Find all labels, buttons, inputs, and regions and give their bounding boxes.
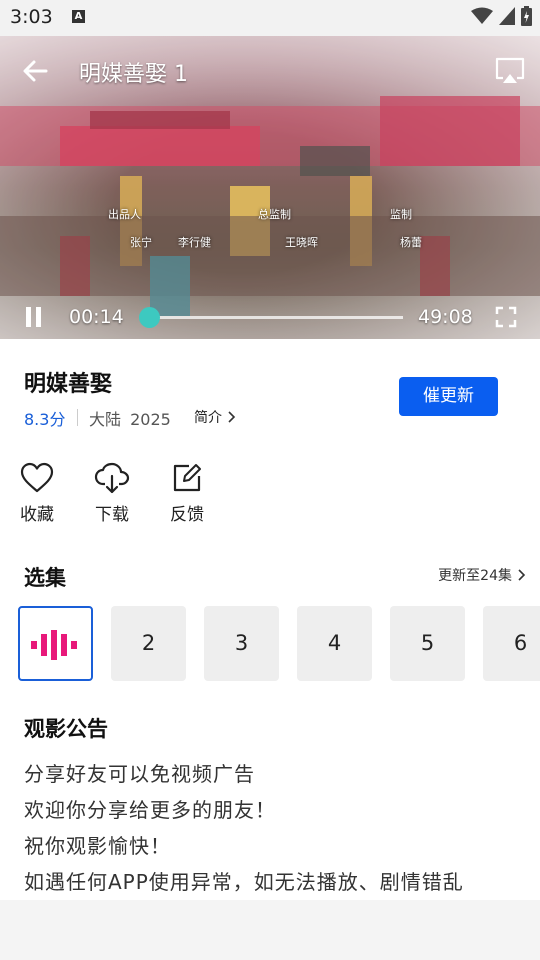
region: 大陆 (89, 410, 122, 429)
notification-a-icon: A (72, 10, 85, 23)
episode-item[interactable]: 3 (204, 606, 279, 681)
video-player[interactable]: 出品人 总监制 监制 张宁 李行健 王晓晖 杨蕾 明媒善娶 1 00:14 49… (0, 36, 540, 339)
episode-1-playing[interactable] (18, 606, 93, 681)
show-title: 明媒善娶 (24, 372, 113, 397)
feedback-label: 反馈 (170, 505, 204, 525)
episode-item[interactable]: 2 (111, 606, 186, 681)
chevron-right-icon (518, 569, 526, 581)
favorite-label: 收藏 (20, 505, 54, 525)
notice-line: 分享好友可以免视频广告 (24, 762, 255, 786)
current-time: 00:14 (69, 306, 124, 328)
fullscreen-icon[interactable] (495, 306, 517, 328)
battery-icon (521, 6, 532, 26)
status-time: 3:03 (10, 6, 53, 28)
episode-list: 2 3 4 5 6 (18, 606, 540, 681)
intro-label: 简介 (194, 410, 222, 426)
heart-icon (20, 462, 54, 493)
rating: 8.3分 (24, 410, 66, 429)
wifi-icon (471, 7, 493, 24)
credit-text: 总监制 (258, 208, 291, 221)
meta-divider (77, 409, 78, 426)
signal-icon (499, 7, 515, 25)
show-meta: 大陆 2025 (89, 406, 171, 430)
total-time: 49:08 (418, 306, 473, 328)
episode-item[interactable]: 6 (483, 606, 540, 681)
credit-text: 张宁 (130, 236, 152, 249)
cast-screen-icon[interactable] (494, 56, 526, 86)
download-label: 下载 (95, 505, 129, 525)
urge-update-button[interactable]: 催更新 (399, 377, 498, 416)
seek-bar[interactable] (139, 307, 403, 328)
bottom-bar (0, 900, 540, 960)
notice-title: 观影公告 (24, 717, 108, 741)
credit-text: 李行健 (178, 236, 211, 249)
credit-text: 出品人 (108, 208, 141, 221)
intro-link[interactable]: 简介 (194, 407, 236, 427)
chevron-right-icon (228, 411, 236, 423)
favorite-button[interactable]: 收藏 (7, 462, 67, 525)
update-status-link[interactable]: 更新至24集 (438, 565, 526, 585)
notice-body: 分享好友可以免视频广告 欢迎你分享给更多的朋友！ 祝你观影愉快！ 如遇任何APP… (24, 756, 524, 900)
notice-line: 祝你观影愉快！ (24, 834, 171, 858)
episode-item[interactable]: 5 (390, 606, 465, 681)
back-arrow-icon[interactable] (22, 58, 48, 84)
notice-line: 如遇任何APP使用异常，如无法播放、剧情错乱 (24, 870, 464, 894)
update-text: 更新至24集 (438, 568, 512, 584)
notice-line: 欢迎你分享给更多的朋友！ (24, 798, 276, 822)
status-icons (471, 6, 532, 26)
player-controls: 00:14 49:08 (0, 298, 540, 338)
episode-item[interactable]: 4 (297, 606, 372, 681)
pause-icon[interactable] (24, 306, 44, 328)
status-bar: 3:03 A (0, 0, 540, 36)
credit-text: 杨蕾 (400, 236, 422, 249)
year: 2025 (130, 410, 171, 429)
cloud-download-icon (94, 462, 130, 494)
feedback-edit-icon (173, 464, 201, 492)
credit-text: 王晓晖 (285, 236, 318, 249)
episodes-title: 选集 (24, 566, 66, 590)
credit-text: 监制 (390, 208, 412, 221)
seek-thumb[interactable] (139, 307, 161, 328)
feedback-button[interactable]: 反馈 (157, 462, 217, 525)
playing-bars-icon (30, 630, 77, 660)
download-button[interactable]: 下载 (82, 462, 142, 525)
player-title: 明媒善娶 1 (79, 62, 188, 87)
